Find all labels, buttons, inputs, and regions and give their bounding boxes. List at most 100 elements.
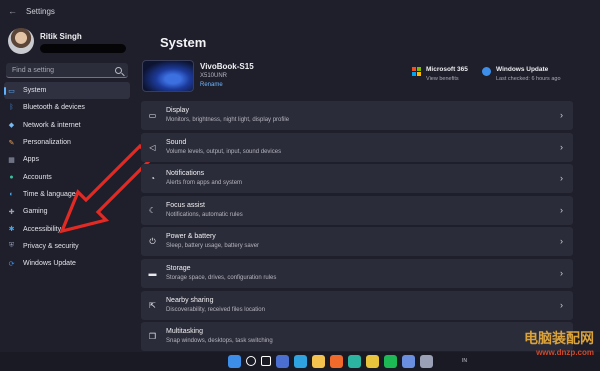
shield-icon: ⛨ xyxy=(8,242,15,250)
settings-cards: ▭ Display Monitors, brightness, night ligh… xyxy=(141,101,573,354)
card-subtitle: Storage space, drives, configuration rul… xyxy=(166,274,277,281)
sidebar-item-time-language[interactable]: ◐ Time & language xyxy=(4,186,130,203)
card-subtitle: Snap windows, desktops, task switching xyxy=(166,338,273,345)
chrome-icon[interactable] xyxy=(366,355,379,368)
quick-sub: View benefits xyxy=(426,76,459,82)
card-subtitle: Notifications, automatic rules xyxy=(166,211,243,218)
edge-icon[interactable] xyxy=(348,355,361,368)
device-thumbnail xyxy=(142,60,194,92)
sidebar-item-privacy-security[interactable]: ⛨ Privacy & security xyxy=(4,238,130,255)
chevron-right-icon: › xyxy=(560,110,563,120)
settings-card-display[interactable]: ▭ Display Monitors, brightness, night ligh… xyxy=(141,101,573,130)
windows-start-icon[interactable] xyxy=(228,355,241,368)
profile-name: Ritik Singh xyxy=(40,32,82,41)
card-title: Storage xyxy=(166,264,191,272)
settings-card-focus-assist[interactable]: ☾ Focus assist Notifications, automatic ru… xyxy=(141,195,573,225)
sidebar: Ritik Singh Find a setting ▭ System ᛒ Bluet… xyxy=(0,22,134,352)
search-input[interactable]: Find a setting xyxy=(6,63,128,78)
globe-clock-icon: ◐ xyxy=(9,190,14,198)
apps-icon: ▦ xyxy=(8,156,15,164)
windows-update-tile[interactable]: Windows Update Last checked: 6 hours ago xyxy=(482,66,561,82)
task-view-icon[interactable] xyxy=(261,356,271,366)
brush-icon: ✎ xyxy=(8,139,15,147)
sidebar-item-label: System xyxy=(23,87,47,95)
file-explorer-icon[interactable] xyxy=(312,355,325,368)
card-title: Nearby sharing xyxy=(166,296,214,304)
quick-sub: Last checked: 6 hours ago xyxy=(496,76,561,82)
device-model: X510UNR xyxy=(200,73,228,79)
wifi-icon: ◆ xyxy=(8,122,15,130)
card-subtitle: Discoverability, received files location xyxy=(166,306,265,313)
rename-link[interactable]: Rename xyxy=(200,82,223,88)
card-title: Power & battery xyxy=(166,233,216,241)
microsoft-365-icon xyxy=(412,67,421,76)
settings-card-nearby-sharing[interactable]: ⇱ Nearby sharing Discoverability, received… xyxy=(141,290,573,320)
watermark-text: 电脑装配网 xyxy=(524,330,594,346)
sidebar-item-accessibility[interactable]: ✱ Accessibility xyxy=(4,220,130,237)
search-placeholder: Find a setting xyxy=(12,66,55,74)
person-icon: ● xyxy=(9,173,14,181)
sidebar-item-label: Accessibility xyxy=(23,225,62,233)
language-indicator[interactable]: IN xyxy=(462,358,467,364)
accessibility-icon: ✱ xyxy=(8,226,15,234)
watermark: 电脑装配网 www.dnzp.com xyxy=(524,328,594,357)
telegram-icon[interactable] xyxy=(294,355,307,368)
back-arrow-icon[interactable]: ← xyxy=(8,6,18,16)
chevron-right-icon: › xyxy=(560,299,563,310)
photos-icon[interactable] xyxy=(402,355,415,368)
card-title: Focus assist xyxy=(166,201,205,209)
chevron-right-icon: › xyxy=(560,204,563,215)
windows-update-icon xyxy=(482,67,491,76)
microsoft-365-tile[interactable]: Microsoft 365 View benefits xyxy=(412,66,468,82)
main-panel: System VivoBook-S15 X510UNR Rename Micro… xyxy=(134,22,600,352)
profile-card[interactable]: Ritik Singh xyxy=(8,28,128,56)
sidebar-item-bluetooth-devices[interactable]: ᛒ Bluetooth & devices xyxy=(4,99,130,116)
sidebar-item-label: Network & internet xyxy=(23,121,81,129)
card-subtitle: Monitors, brightness, night light, displ… xyxy=(166,117,290,123)
card-subtitle: Alerts from apps and system xyxy=(166,180,243,187)
card-title: Multitasking xyxy=(166,328,203,336)
device-card: VivoBook-S15 X510UNR Rename xyxy=(142,60,392,94)
settings-card-notifications[interactable]: ◔ Notifications Alerts from apps and syste… xyxy=(141,164,573,194)
sidebar-item-label: Accounts xyxy=(23,173,52,181)
gamepad-icon: ✚ xyxy=(8,208,15,216)
settings-icon[interactable] xyxy=(420,355,433,368)
monitor-icon: ▭ xyxy=(8,87,15,95)
search-icon xyxy=(115,66,122,74)
sidebar-item-label: Gaming xyxy=(23,208,48,216)
storage-icon: ▬ xyxy=(148,268,157,278)
chevron-right-icon: › xyxy=(560,236,563,247)
update-icon: ⟳ xyxy=(8,260,15,268)
title-bar: ← Settings xyxy=(0,0,600,22)
settings-card-power-battery[interactable]: ⏻ Power & battery Sleep, battery usage, ba… xyxy=(141,227,573,257)
sidebar-item-label: Apps xyxy=(23,156,39,164)
brave-icon[interactable] xyxy=(330,355,343,368)
settings-card-multitasking[interactable]: ❐ Multitasking Snap windows, desktops, tas… xyxy=(141,322,573,352)
chevron-right-icon: › xyxy=(560,173,563,184)
device-name: VivoBook-S15 xyxy=(200,62,254,71)
sidebar-item-gaming[interactable]: ✚ Gaming xyxy=(4,203,130,220)
share-icon: ⇱ xyxy=(149,300,156,310)
chevron-right-icon: › xyxy=(560,141,563,152)
window-title: Settings xyxy=(26,6,55,16)
sidebar-item-label: Windows Update xyxy=(23,260,76,268)
sidebar-item-system[interactable]: ▭ System xyxy=(4,82,130,100)
sidebar-item-network-internet[interactable]: ◆ Network & internet xyxy=(4,117,130,134)
speaker-icon: ◁ xyxy=(149,142,156,152)
sidebar-item-accounts[interactable]: ● Accounts xyxy=(4,168,130,185)
bluetooth-icon: ᛒ xyxy=(9,104,14,112)
card-title: Display xyxy=(166,107,189,114)
settings-card-sound[interactable]: ◁ Sound Volume levels, output, input, soun… xyxy=(141,132,573,162)
widgets-icon[interactable] xyxy=(276,355,289,368)
sidebar-item-windows-update[interactable]: ⟳ Windows Update xyxy=(4,255,130,272)
bell-icon: ◔ xyxy=(150,174,155,184)
sidebar-item-label: Bluetooth & devices xyxy=(23,104,85,112)
search-icon[interactable] xyxy=(246,356,256,366)
display-icon: ▭ xyxy=(148,111,157,120)
sidebar-item-apps[interactable]: ▦ Apps xyxy=(4,151,130,168)
card-subtitle: Volume levels, output, input, sound devi… xyxy=(166,148,282,155)
spotify-icon[interactable] xyxy=(384,355,397,368)
settings-card-storage[interactable]: ▬ Storage Storage space, drives, configura… xyxy=(141,258,573,288)
card-subtitle: Sleep, battery usage, battery saver xyxy=(166,243,260,250)
sidebar-item-personalization[interactable]: ✎ Personalization xyxy=(4,134,130,151)
